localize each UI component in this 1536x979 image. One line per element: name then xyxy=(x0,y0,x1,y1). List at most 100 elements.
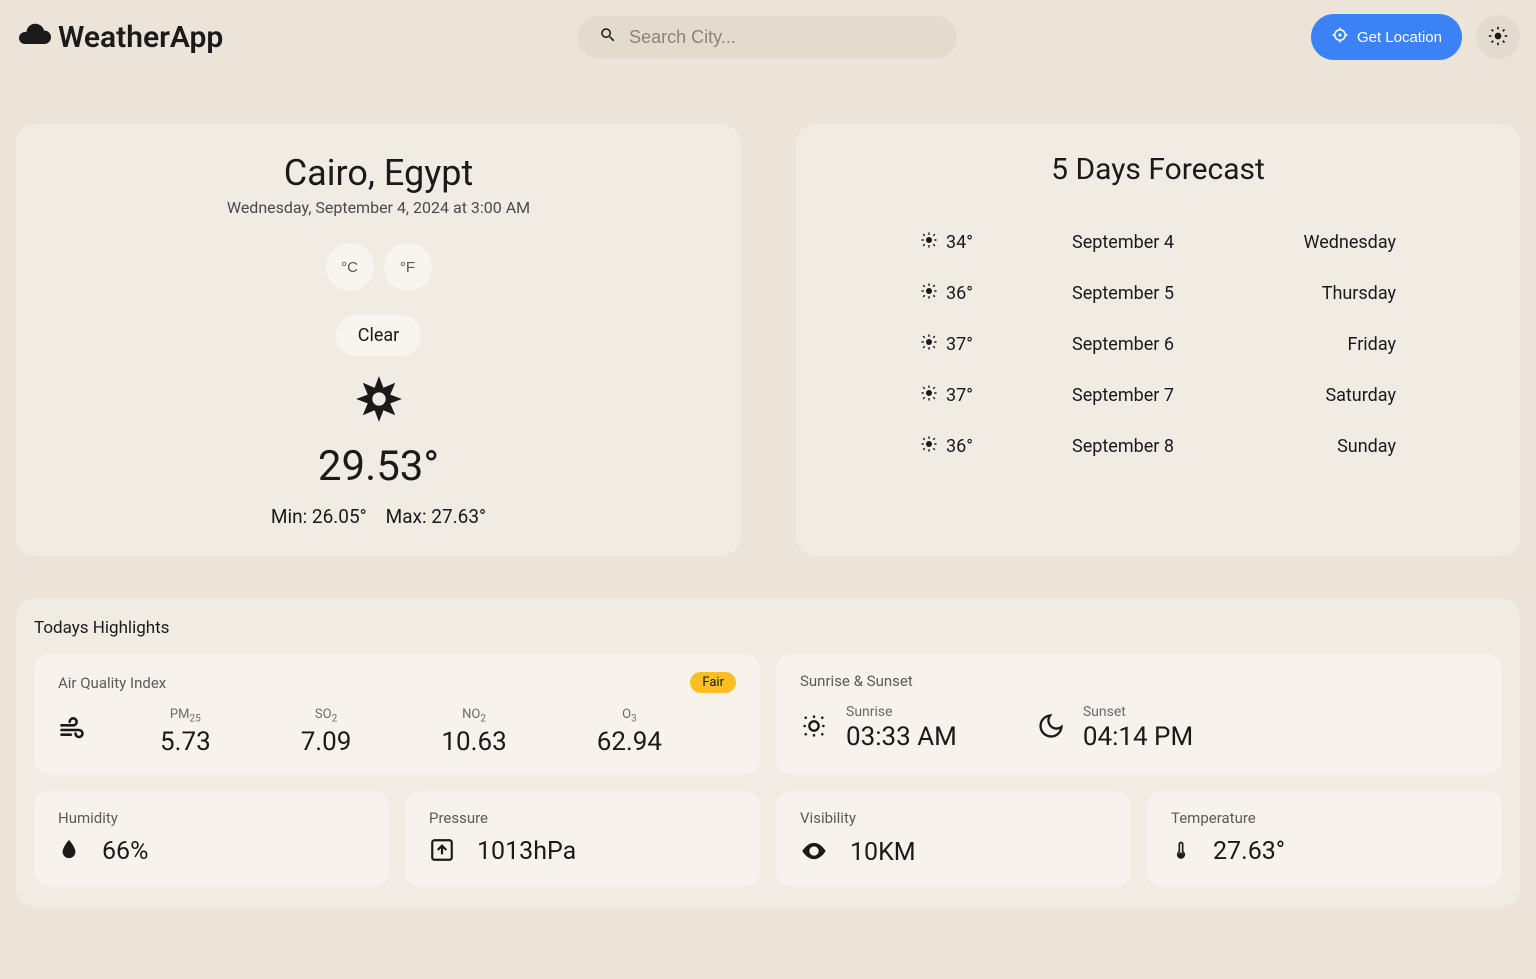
fahrenheit-button[interactable]: °F xyxy=(384,243,432,291)
main-row: Cairo, Egypt Wednesday, September 4, 202… xyxy=(0,74,1536,556)
current-datetime: Wednesday, September 4, 2024 at 3:00 AM xyxy=(50,198,707,217)
celsius-button[interactable]: °C xyxy=(326,243,374,291)
humidity-card: Humidity 66% xyxy=(34,791,389,887)
app-name: WeatherApp xyxy=(58,20,223,55)
temperature-label: Temperature xyxy=(1171,809,1478,827)
pressure-card: Pressure 1013hPa xyxy=(405,791,760,887)
temperature-card: Temperature 27.63° xyxy=(1147,791,1502,887)
forecast-list: 34° September 4Wednesday 36° September 5Thu… xyxy=(830,217,1486,472)
visibility-card: Visibility 10KM xyxy=(776,791,1131,887)
sun-icon xyxy=(920,282,938,305)
aqi-item: NO2 10.63 xyxy=(441,707,506,757)
forecast-row: 36° September 8Sunday xyxy=(830,421,1486,472)
forecast-row: 34° September 4Wednesday xyxy=(830,217,1486,268)
wind-icon xyxy=(58,716,86,748)
aqi-body: PM25 5.73 SO2 7.09 NO2 10.63 O3 62.94 xyxy=(58,707,736,757)
forecast-row: 37°September 6Friday xyxy=(830,319,1486,370)
forecast-day: Saturday xyxy=(1246,385,1396,406)
highlights-section: Todays Highlights Air Quality Index Fair… xyxy=(16,598,1520,907)
humidity-value: 66% xyxy=(102,837,148,866)
sun-icon xyxy=(920,231,938,254)
sun-icon xyxy=(50,374,707,428)
get-location-label: Get Location xyxy=(1357,29,1442,46)
sunrise-icon xyxy=(800,712,828,744)
condition-label: Clear xyxy=(336,315,422,356)
minmax-row: Min: 26.05° Max: 27.63° xyxy=(50,505,707,528)
sunrise-sunset-card: Sunrise & Sunset Sunrise 03:33 AM xyxy=(776,654,1502,775)
theme-toggle-button[interactable] xyxy=(1476,15,1520,59)
forecast-temp: 34° xyxy=(946,232,973,253)
max-label: Max: xyxy=(386,505,427,528)
humidity-label: Humidity xyxy=(58,809,365,827)
forecast-day: Friday xyxy=(1246,334,1396,355)
aqi-item: SO2 7.09 xyxy=(301,707,352,757)
unit-toggles: °C °F xyxy=(50,243,707,291)
moon-icon xyxy=(1037,712,1065,744)
forecast-card: 5 Days Forecast 34°September 4Wednesday3… xyxy=(796,124,1520,556)
forecast-row: 37° September 7Saturday xyxy=(830,370,1486,421)
droplet-icon xyxy=(58,838,80,864)
forecast-date: September 5 xyxy=(1000,283,1246,304)
sunrise-sunset-label: Sunrise & Sunset xyxy=(800,672,913,690)
forecast-day: Wednesday xyxy=(1246,232,1396,253)
temperature-value: 27.63° xyxy=(1213,837,1285,866)
forecast-day: Thursday xyxy=(1246,283,1396,304)
search-box[interactable] xyxy=(577,16,957,58)
forecast-date: September 7 xyxy=(1000,385,1246,406)
pressure-value: 1013hPa xyxy=(477,837,576,866)
search-input[interactable] xyxy=(629,27,935,48)
crosshair-icon xyxy=(1331,26,1349,48)
aqi-item-label: PM25 xyxy=(160,707,211,725)
min-label: Min: xyxy=(271,505,307,528)
aqi-item-label: SO2 xyxy=(301,707,352,725)
current-weather-card: Cairo, Egypt Wednesday, September 4, 202… xyxy=(16,124,741,556)
aqi-item-value: 62.94 xyxy=(597,727,662,757)
thermometer-icon xyxy=(1171,837,1191,867)
aqi-item-value: 7.09 xyxy=(301,727,352,757)
aqi-label: Air Quality Index xyxy=(58,674,166,692)
highlights-title: Todays Highlights xyxy=(34,618,1502,638)
highlights-row-1: Air Quality Index Fair PM25 5.73 SO2 7.09 NO… xyxy=(34,654,1502,775)
forecast-title: 5 Days Forecast xyxy=(830,152,1486,187)
highlights-row-2: Humidity 66% Pressure 1013hPa Visibility xyxy=(34,791,1502,887)
pressure-label: Pressure xyxy=(429,809,736,827)
visibility-label: Visibility xyxy=(800,809,1107,827)
visibility-value: 10KM xyxy=(850,838,916,867)
forecast-date: September 4 xyxy=(1000,232,1246,253)
min-value: 26.05° xyxy=(312,505,367,528)
aqi-item-value: 10.63 xyxy=(441,727,506,757)
sunset-item: Sunset 04:14 PM xyxy=(1037,704,1193,752)
get-location-button[interactable]: Get Location xyxy=(1311,14,1462,60)
forecast-day: Sunday xyxy=(1246,436,1396,457)
city-name: Cairo, Egypt xyxy=(50,152,707,194)
forecast-temp: 37° xyxy=(946,334,973,355)
sunrise-value: 03:33 AM xyxy=(846,722,957,752)
sunrise-label: Sunrise xyxy=(846,704,957,720)
aqi-item-value: 5.73 xyxy=(160,727,211,757)
aqi-badge: Fair xyxy=(690,672,736,693)
header: WeatherApp Get Location xyxy=(0,0,1536,74)
aqi-item: PM25 5.73 xyxy=(160,707,211,757)
aqi-card: Air Quality Index Fair PM25 5.73 SO2 7.09 NO… xyxy=(34,654,760,775)
max-value: 27.63° xyxy=(431,505,486,528)
header-right: Get Location xyxy=(1311,14,1520,60)
forecast-temp: 37° xyxy=(946,385,973,406)
aqi-item: O3 62.94 xyxy=(597,707,662,757)
pressure-icon xyxy=(429,837,455,867)
aqi-item-label: NO2 xyxy=(441,707,506,725)
current-temp: 29.53° xyxy=(50,442,707,491)
sunset-label: Sunset xyxy=(1083,704,1193,720)
sun-icon xyxy=(920,333,938,356)
forecast-row: 36° September 5Thursday xyxy=(830,268,1486,319)
sun-icon xyxy=(1488,26,1508,49)
forecast-temp: 36° xyxy=(946,283,973,304)
aqi-item-label: O3 xyxy=(597,707,662,725)
forecast-date: September 8 xyxy=(1000,436,1246,457)
sun-icon xyxy=(920,384,938,407)
search-icon xyxy=(599,26,617,48)
sun-icon xyxy=(920,435,938,458)
logo: WeatherApp xyxy=(16,17,223,57)
sunrise-item: Sunrise 03:33 AM xyxy=(800,704,957,752)
forecast-temp: 36° xyxy=(946,436,973,457)
eye-icon xyxy=(800,837,828,869)
